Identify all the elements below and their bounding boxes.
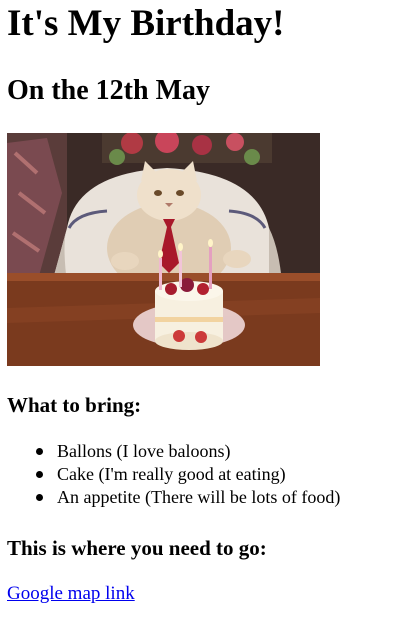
list-item-text: Cake (I'm really good at eating)	[57, 464, 286, 484]
bullet-icon	[36, 494, 43, 501]
bring-list: Ballons (I love baloons) Cake (I'm reall…	[0, 440, 412, 509]
list-item-text: An appetite (There will be lots of food)	[57, 487, 341, 507]
birthday-cat-image	[7, 133, 320, 366]
directions-heading: This is where you need to go:	[7, 536, 267, 560]
list-item: An appetite (There will be lots of food)	[36, 486, 412, 509]
list-item: Cake (I'm really good at eating)	[36, 463, 412, 486]
page-title: It's My Birthday!	[7, 3, 285, 44]
date-heading: On the 12th May	[7, 75, 210, 106]
bullet-icon	[36, 471, 43, 478]
bullet-icon	[36, 448, 43, 455]
list-item: Ballons (I love baloons)	[36, 440, 412, 463]
google-map-link[interactable]: Google map link	[7, 582, 135, 606]
page: It's My Birthday! On the 12th May What t…	[0, 0, 412, 635]
what-to-bring-heading: What to bring:	[7, 393, 142, 417]
list-item-text: Ballons (I love baloons)	[57, 441, 231, 461]
